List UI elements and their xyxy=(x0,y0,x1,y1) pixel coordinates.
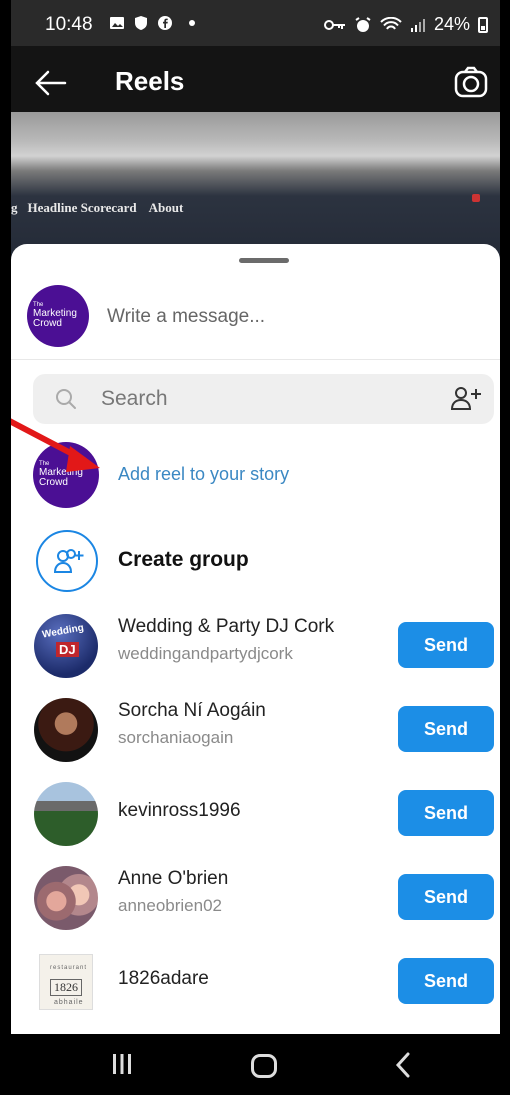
status-right: 24% xyxy=(323,14,488,35)
avatar-text: Crowd xyxy=(39,477,68,489)
drag-handle[interactable] xyxy=(239,258,289,263)
add-to-story-label: Add reel to your story xyxy=(118,464,290,484)
home-icon[interactable] xyxy=(251,1054,277,1078)
wifi-icon xyxy=(380,16,402,30)
back-arrow-icon[interactable] xyxy=(33,68,67,98)
video-caption-item: Headline Scorecard xyxy=(27,200,137,215)
avatar: The Marketing Crowd xyxy=(33,442,99,508)
send-button[interactable]: Send xyxy=(398,874,494,920)
battery-icon xyxy=(478,16,488,33)
search-input[interactable]: Search xyxy=(101,387,168,411)
alarm-icon xyxy=(355,16,371,32)
back-icon[interactable] xyxy=(395,1052,411,1078)
reels-header: Reels xyxy=(11,46,500,116)
list-item[interactable]: restaurant 1826 abhaile 1826adare Send xyxy=(11,946,500,1016)
avatar-text: Wedding xyxy=(41,622,85,641)
contact-handle: sorchaniaogain xyxy=(118,728,234,747)
recent-apps-icon[interactable] xyxy=(111,1052,133,1076)
screen: 10:48 24% Reels g Headline Scorecard About xyxy=(11,0,500,1095)
avatar: Wedding DJ xyxy=(34,614,98,678)
contact-name: Wedding & Party DJ Cork xyxy=(118,616,335,637)
avatar xyxy=(34,698,98,762)
avatar-text: restaurant xyxy=(50,965,88,971)
shield-icon xyxy=(135,16,147,30)
notification-dot-icon xyxy=(189,20,195,26)
status-bar: 10:48 24% xyxy=(11,0,500,46)
message-input[interactable]: Write a message... xyxy=(107,306,265,328)
contact-handle: anneobrien02 xyxy=(118,896,222,915)
add-people-icon[interactable] xyxy=(450,385,482,413)
avatar: restaurant 1826 abhaile xyxy=(39,954,93,1010)
search-bar[interactable]: Search xyxy=(33,374,494,424)
avatar-text: abhaile xyxy=(54,999,84,1006)
contact-handle: weddingandpartydjcork xyxy=(118,644,293,663)
add-to-story-row[interactable]: The Marketing Crowd Add reel to your sto… xyxy=(11,440,500,510)
create-group-label: Create group xyxy=(118,548,249,571)
group-icon-circle xyxy=(36,530,98,592)
page-title: Reels xyxy=(115,66,185,96)
video-caption-cut: g xyxy=(11,200,18,215)
send-button[interactable]: Send xyxy=(398,622,494,668)
camera-icon[interactable] xyxy=(454,66,488,98)
contact-name: Sorcha Ní Aogáin xyxy=(118,700,266,721)
video-caption: g Headline Scorecard About xyxy=(11,200,195,216)
avatar xyxy=(34,782,98,846)
group-icon xyxy=(54,549,84,573)
facebook-icon xyxy=(158,16,172,30)
send-button[interactable]: Send xyxy=(398,706,494,752)
contact-name: kevinross1996 xyxy=(118,800,241,821)
list-item[interactable]: Anne O'brien anneobrien02 Send xyxy=(11,862,500,932)
status-time: 10:48 xyxy=(45,14,93,35)
navigation-bar xyxy=(11,1034,500,1095)
share-sheet: The Marketing Crowd Write a message... S… xyxy=(11,244,500,1034)
list-item[interactable]: Wedding DJ Wedding & Party DJ Cork weddi… xyxy=(11,610,500,680)
list-item[interactable]: kevinross1996 Send xyxy=(11,778,500,848)
avatar xyxy=(34,866,98,930)
list-item[interactable]: Sorcha Ní Aogáin sorchaniaogain Send xyxy=(11,694,500,764)
contact-name: 1826adare xyxy=(118,968,209,989)
avatar-text: DJ xyxy=(56,642,79,657)
message-row[interactable]: The Marketing Crowd Write a message... xyxy=(11,282,500,360)
twitter-icon xyxy=(472,194,480,202)
send-button[interactable]: Send xyxy=(398,958,494,1004)
search-icon xyxy=(56,389,76,409)
contact-name: Anne O'brien xyxy=(118,868,229,889)
battery-percent: 24% xyxy=(433,14,470,34)
video-caption-item: About xyxy=(148,200,184,215)
vpn-key-icon xyxy=(323,19,345,30)
create-group-row[interactable]: Create group xyxy=(11,528,500,594)
avatar-text: 1826 xyxy=(50,979,82,996)
avatar-text: Crowd xyxy=(33,318,62,330)
avatar: The Marketing Crowd xyxy=(27,285,89,347)
send-button[interactable]: Send xyxy=(398,790,494,836)
notification-icons xyxy=(109,15,195,31)
signal-icon xyxy=(410,18,425,32)
gallery-icon xyxy=(110,17,124,29)
